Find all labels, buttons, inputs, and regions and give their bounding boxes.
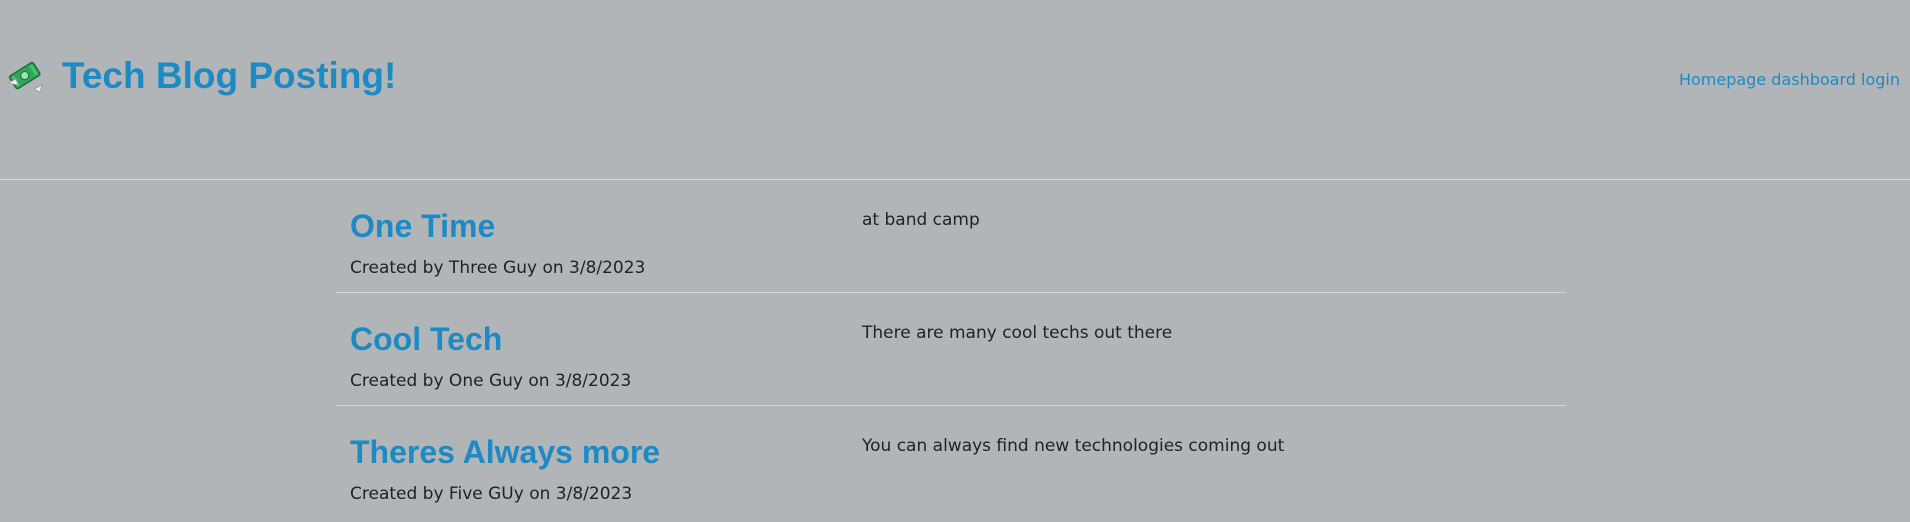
post-title-link[interactable]: Theres Always more xyxy=(350,432,660,472)
post-title-link[interactable]: Cool Tech xyxy=(350,319,502,359)
post-meta: Created by Five GUy on 3/8/2023 xyxy=(350,484,633,504)
post-item: Cool Tech Created by One Guy on 3/8/2023… xyxy=(336,293,1566,406)
money-with-wings-icon xyxy=(6,61,43,93)
post-body: You can always find new technologies com… xyxy=(862,436,1285,456)
post-meta: Created by One Guy on 3/8/2023 xyxy=(350,371,632,391)
post-list: One Time Created by Three Guy on 3/8/202… xyxy=(336,180,1566,519)
site-header: Tech Blog Posting! Homepage dashboard lo… xyxy=(0,0,1910,180)
post-body: There are many cool techs out there xyxy=(862,323,1173,343)
top-nav: Homepage dashboard login xyxy=(1679,70,1900,89)
post-title-link[interactable]: One Time xyxy=(350,206,495,246)
post-body: at band camp xyxy=(862,210,980,230)
nav-homepage-link[interactable]: Homepage xyxy=(1679,70,1766,89)
post-meta: Created by Three Guy on 3/8/2023 xyxy=(350,258,646,278)
nav-dashboard-link[interactable]: dashboard xyxy=(1771,70,1856,89)
nav-login-link[interactable]: login xyxy=(1861,70,1900,89)
post-item: One Time Created by Three Guy on 3/8/202… xyxy=(336,180,1566,293)
site-title: Tech Blog Posting! xyxy=(62,55,397,96)
post-item: Theres Always more Created by Five GUy o… xyxy=(336,406,1566,519)
brand: Tech Blog Posting! xyxy=(6,52,396,100)
